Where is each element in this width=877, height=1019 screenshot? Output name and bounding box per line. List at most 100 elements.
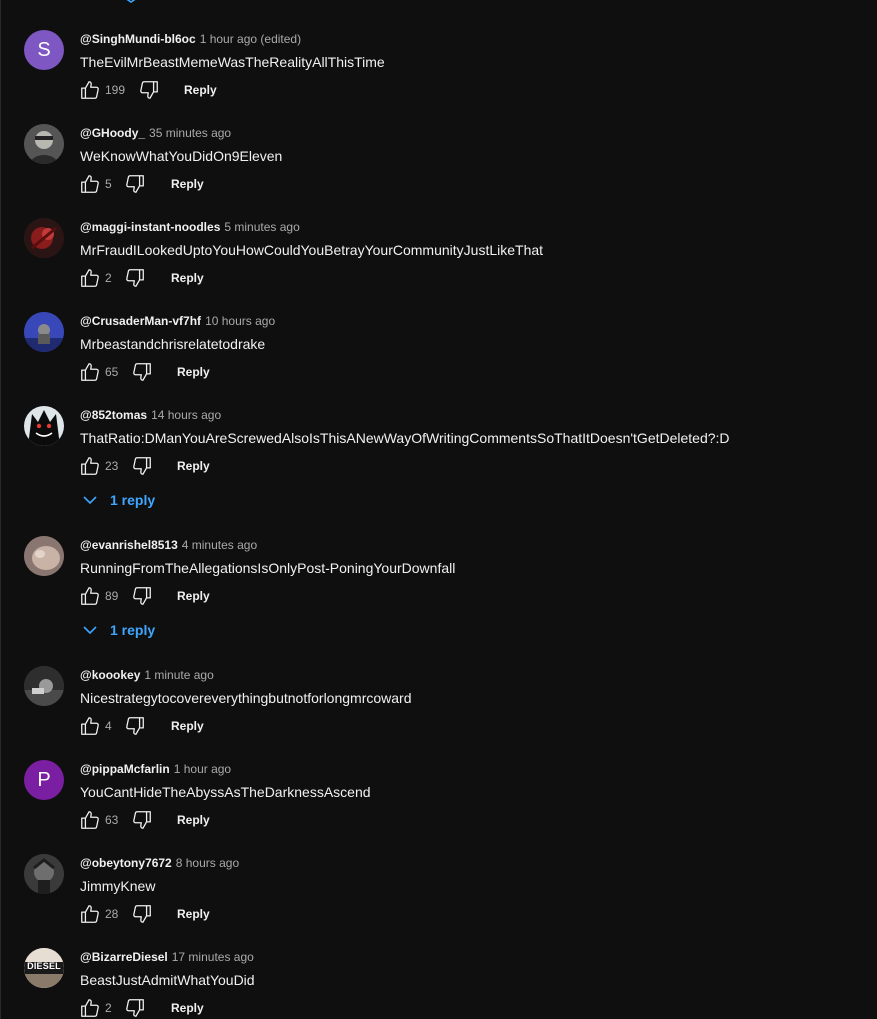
thumbs-down-icon — [133, 811, 151, 829]
dislike-button[interactable] — [130, 808, 154, 832]
dislike-button[interactable] — [123, 714, 147, 738]
reply-button[interactable]: Reply — [177, 458, 210, 474]
avatar-letter: P — [37, 768, 51, 791]
comment-time[interactable]: 14 hours ago — [151, 408, 221, 422]
comment-author[interactable]: @SinghMundi-bl6oc — [80, 32, 196, 46]
comment-body: @CrusaderMan-vf7hf 10 hours ago Mrbeastan… — [80, 312, 860, 384]
view-replies-button[interactable]: 1 reply — [80, 490, 155, 510]
avatar-image — [24, 536, 64, 576]
like-count: 5 — [105, 177, 112, 191]
dislike-button[interactable] — [130, 584, 154, 608]
replies-count-label: 1 reply — [110, 622, 156, 638]
avatar-image — [24, 218, 64, 258]
dislike-button[interactable] — [123, 266, 147, 290]
comment-actions: 63 Reply — [80, 808, 860, 832]
comment-time[interactable]: 17 minutes ago — [172, 950, 254, 964]
comment-time[interactable]: 1 hour ago (edited) — [200, 32, 301, 46]
comment-header: @852tomas 14 hours ago — [80, 406, 860, 424]
like-button[interactable] — [78, 172, 102, 196]
comment-time[interactable]: 1 hour ago — [174, 762, 231, 776]
avatar[interactable] — [24, 312, 64, 352]
reply-button[interactable]: Reply — [171, 1000, 204, 1016]
like-count: 28 — [105, 907, 119, 921]
avatar[interactable] — [24, 666, 64, 706]
avatar[interactable] — [24, 536, 64, 576]
comment-author[interactable]: @GHoody_ — [80, 126, 145, 140]
like-button[interactable] — [78, 714, 102, 738]
comment-author[interactable]: @obeytony7672 — [80, 856, 172, 870]
like-button[interactable] — [78, 996, 102, 1019]
comment-author[interactable]: @pippaMcfarlin — [80, 762, 170, 776]
dislike-button[interactable] — [130, 360, 154, 384]
comment-actions: 5 Reply — [80, 172, 860, 196]
avatar-image — [24, 854, 64, 894]
thumbs-down-icon — [133, 457, 151, 475]
avatar[interactable]: P — [24, 760, 64, 800]
comment-text: JimmyKnew — [80, 878, 156, 894]
avatar-image — [24, 406, 64, 446]
comment-actions: 4 Reply — [80, 714, 860, 738]
like-count: 2 — [105, 1001, 112, 1015]
avatar[interactable]: S — [24, 30, 64, 70]
reply-button[interactable]: Reply — [171, 718, 204, 734]
comment-time[interactable]: 1 minute ago — [144, 668, 213, 682]
comment-author[interactable]: @852tomas — [80, 408, 147, 422]
comment-time[interactable]: 10 hours ago — [205, 314, 275, 328]
chevron-down-icon — [120, 0, 142, 4]
like-count: 23 — [105, 459, 119, 473]
thumbs-down-icon — [126, 269, 144, 287]
comment-header: @maggi-instant-noodles 5 minutes ago — [80, 218, 860, 236]
view-replies-button[interactable]: 1 reply — [80, 620, 155, 640]
thumbs-up-icon — [81, 81, 99, 99]
avatar[interactable] — [24, 218, 64, 258]
thumbs-down-icon — [133, 587, 151, 605]
like-button[interactable] — [78, 902, 102, 926]
dislike-button[interactable] — [130, 454, 154, 478]
thumbs-up-icon — [81, 717, 99, 735]
reply-button[interactable]: Reply — [171, 176, 204, 192]
reply-button[interactable]: Reply — [177, 364, 210, 380]
dislike-button[interactable] — [137, 78, 161, 102]
like-count: 65 — [105, 365, 119, 379]
comment-body: @SinghMundi-bl6oc 1 hour ago (edited) The… — [80, 30, 860, 102]
avatar[interactable] — [24, 406, 64, 446]
chevron-down-icon — [80, 620, 100, 640]
dislike-button[interactable] — [123, 172, 147, 196]
like-button[interactable] — [78, 78, 102, 102]
avatar[interactable] — [24, 124, 64, 164]
comment-time[interactable]: 35 minutes ago — [149, 126, 231, 140]
thumbs-down-icon — [140, 81, 158, 99]
like-button[interactable] — [78, 808, 102, 832]
like-button[interactable] — [78, 454, 102, 478]
reply-button[interactable]: Reply — [171, 270, 204, 286]
comment-author[interactable]: @maggi-instant-noodles — [80, 220, 220, 234]
comment-body: @evanrishel8513 4 minutes ago RunningFrom… — [78, 536, 860, 638]
comment-author[interactable]: @BizarreDiesel — [80, 950, 168, 964]
reply-button[interactable]: Reply — [177, 588, 210, 604]
dislike-button[interactable] — [130, 902, 154, 926]
comment-header: @BizarreDiesel 17 minutes ago — [80, 948, 860, 966]
avatar[interactable]: DIESEL — [24, 948, 64, 988]
comment-time[interactable]: 8 hours ago — [176, 856, 239, 870]
comment-actions: 2 Reply — [80, 996, 860, 1019]
thumbs-down-icon — [126, 717, 144, 735]
thumbs-down-icon — [133, 363, 151, 381]
avatar[interactable] — [24, 854, 64, 894]
comment-author[interactable]: @CrusaderMan-vf7hf — [80, 314, 201, 328]
comment-body: @BizarreDiesel 17 minutes ago BeastJustAd… — [80, 948, 860, 1019]
dislike-button[interactable] — [123, 996, 147, 1019]
reply-button[interactable]: Reply — [184, 82, 217, 98]
comment-time[interactable]: 5 minutes ago — [224, 220, 299, 234]
comment-text: Mrbeastandchrisrelatetodrake — [80, 336, 266, 352]
comment-time[interactable]: 4 minutes ago — [182, 538, 257, 552]
thumbs-down-icon — [133, 905, 151, 923]
comment-author[interactable]: @evanrishel8513 — [80, 538, 178, 552]
like-button[interactable] — [78, 266, 102, 290]
comment-author[interactable]: @koookey — [80, 668, 140, 682]
like-button[interactable] — [78, 584, 102, 608]
thumbs-up-icon — [81, 269, 99, 287]
like-button[interactable] — [78, 360, 102, 384]
reply-button[interactable]: Reply — [177, 812, 210, 828]
reply-button[interactable]: Reply — [177, 906, 210, 922]
comment-header: @GHoody_ 35 minutes ago — [80, 124, 860, 142]
